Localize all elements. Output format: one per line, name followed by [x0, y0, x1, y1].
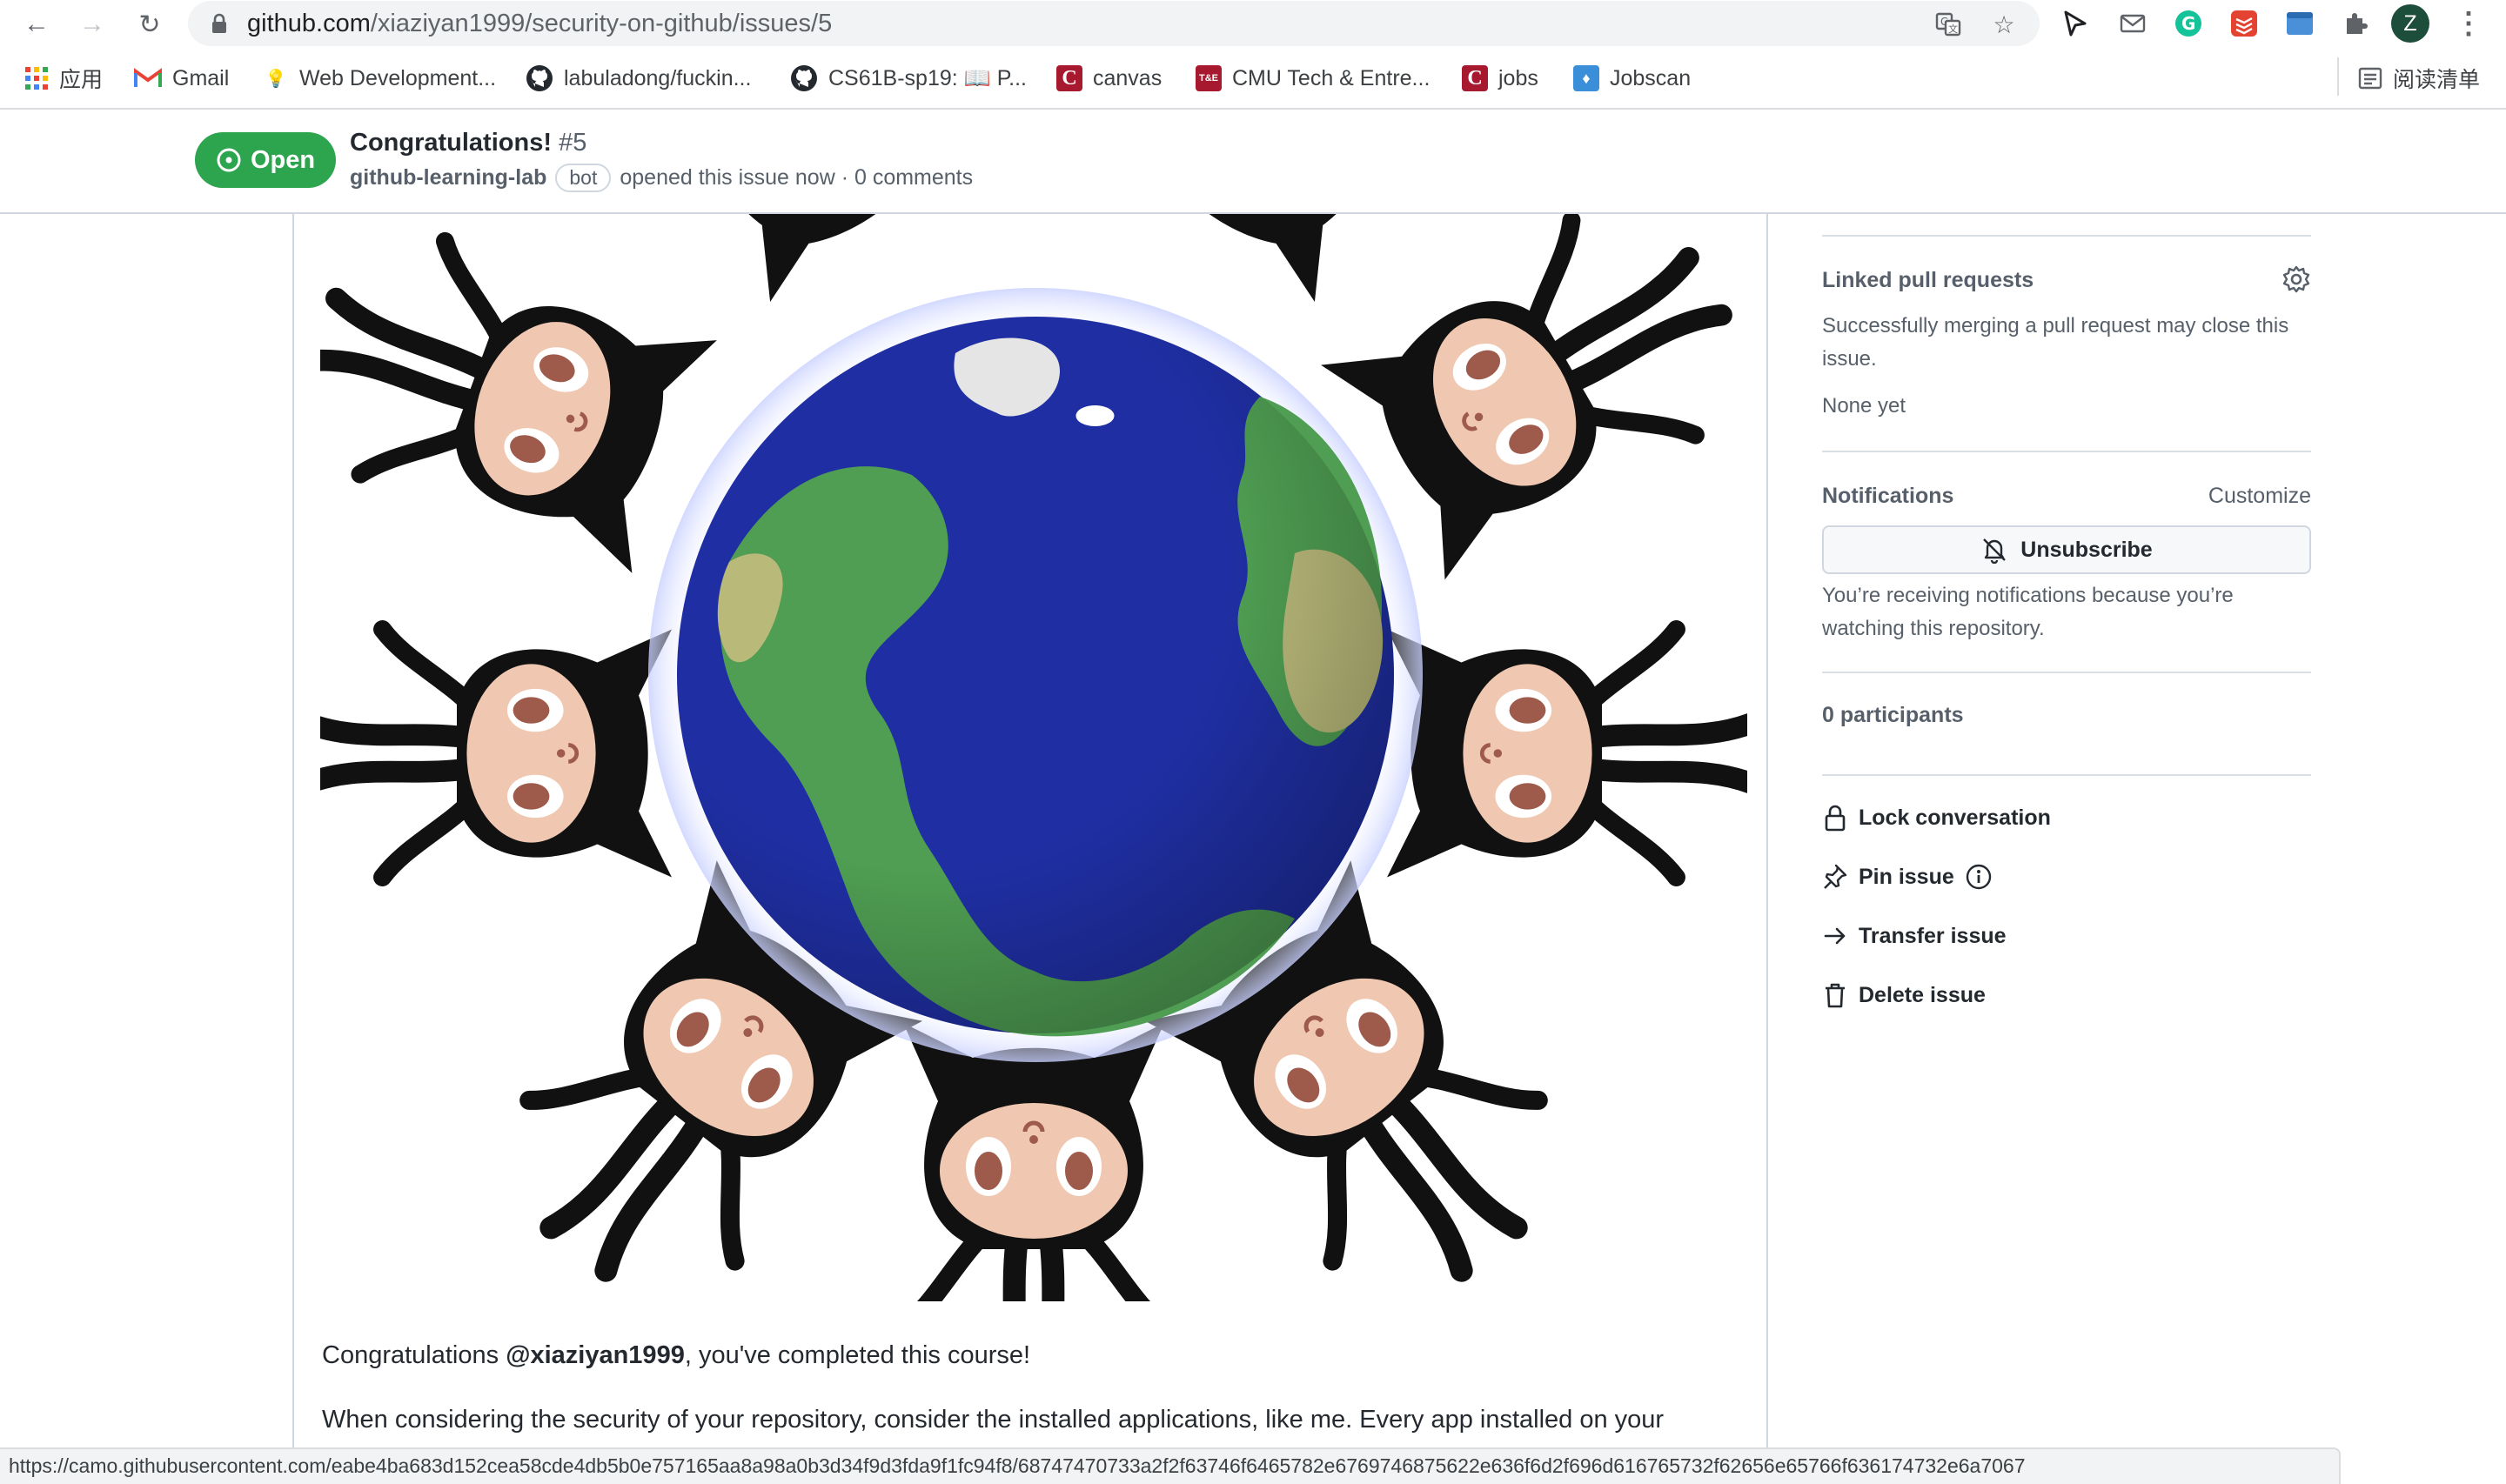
- issue-state-badge: Open: [195, 132, 336, 188]
- lock-icon[interactable]: [211, 13, 228, 34]
- issue-number: #5: [559, 129, 587, 157]
- issue-meta: github-learning-lab bot opened this issu…: [350, 162, 973, 193]
- bookmark-label: Gmail: [172, 65, 230, 90]
- gear-icon[interactable]: [2282, 264, 2311, 294]
- linked-pr-heading[interactable]: Linked pull requests: [1822, 268, 2034, 293]
- lock-icon: [1825, 805, 1846, 832]
- translate-icon[interactable]: G文: [1933, 10, 1963, 39]
- sidebar-divider: [1822, 451, 2311, 452]
- bookmark-jobs[interactable]: C jobs: [1462, 63, 1538, 94]
- bookmark-labuladong[interactable]: labuladong/fuckin...: [526, 63, 751, 94]
- todoist-icon[interactable]: [2229, 9, 2259, 38]
- extensions-puzzle-icon[interactable]: [2341, 9, 2370, 38]
- bookmark-label: CMU Tech & Entre...: [1232, 65, 1431, 90]
- bookmark-gmail[interactable]: Gmail: [134, 63, 229, 94]
- canvas-c-icon: C: [1056, 65, 1082, 91]
- info-icon[interactable]: [1965, 863, 1993, 891]
- address-bar[interactable]: github.com/xiaziyan1999/security-on-gith…: [188, 1, 2040, 46]
- issue-title: Congratulations! #5: [350, 129, 586, 157]
- lock-conversation-label: Lock conversation: [1859, 805, 2051, 830]
- bookmark-label: labuladong/fuckin...: [564, 65, 752, 90]
- bookmark-label: jobs: [1498, 65, 1538, 90]
- svg-text:文: 文: [1948, 23, 1958, 35]
- jobscan-icon: ♦: [1573, 65, 1599, 91]
- bookmark-label: canvas: [1093, 65, 1163, 90]
- bookmark-label: CS61B-sp19: 📖 P...: [828, 65, 1028, 90]
- grammarly-icon[interactable]: G: [2174, 9, 2203, 38]
- bookmark-cmu-tech[interactable]: T&E CMU Tech & Entre...: [1196, 63, 1430, 94]
- issue-comment-body: Congratulations @xiaziyan1999, you've co…: [292, 214, 1768, 1484]
- sidebar-divider: [1822, 672, 2311, 673]
- bookmarks-bar: 应用 Gmail 💡 Web Development... labuladong…: [0, 47, 2506, 110]
- bookmark-web-development[interactable]: 💡 Web Development...: [263, 63, 496, 94]
- comment-paragraph-2: When considering the security of your re…: [322, 1406, 1665, 1434]
- github-icon: [526, 65, 553, 91]
- octocats-around-globe-image[interactable]: [320, 214, 1747, 1301]
- trash-icon: [1826, 983, 1845, 1008]
- status-url-bubble: https://camo.githubusercontent.com/eabe4…: [0, 1447, 2341, 1484]
- back-icon[interactable]: ←: [19, 7, 54, 42]
- bookmark-canvas[interactable]: C canvas: [1056, 63, 1162, 94]
- notifications-reason: You’re receiving notifications because y…: [1822, 584, 2234, 640]
- cursor-extension-icon[interactable]: [2060, 9, 2090, 38]
- bot-badge: bot: [555, 163, 612, 192]
- bookmark-label: Jobscan: [1610, 65, 1692, 90]
- reading-list-icon: [2358, 67, 2382, 90]
- arrow-right-icon: [1824, 927, 1846, 945]
- forward-icon[interactable]: →: [75, 7, 110, 42]
- lock-conversation-action[interactable]: Lock conversation: [1822, 800, 2051, 835]
- apps-grid-icon: [25, 67, 48, 90]
- url-text: github.com/xiaziyan1999/security-on-gith…: [247, 10, 833, 37]
- delete-issue-label: Delete issue: [1859, 982, 1986, 1007]
- notifications-heading: Notifications: [1822, 484, 1954, 508]
- bookmark-divider: [2337, 57, 2339, 96]
- bulb-icon: 💡: [263, 65, 289, 91]
- bookmark-label: Web Development...: [299, 65, 497, 90]
- svg-text:G: G: [2181, 13, 2195, 34]
- window-extension-icon[interactable]: [2285, 9, 2315, 38]
- bookmark-jobscan[interactable]: ♦ Jobscan: [1573, 63, 1691, 94]
- more-menu-icon[interactable]: ⋮: [2454, 7, 2483, 40]
- pin-icon: [1824, 864, 1847, 889]
- user-mention-link[interactable]: @xiaziyan1999: [506, 1341, 685, 1369]
- transfer-issue-action[interactable]: Transfer issue: [1822, 919, 2007, 953]
- issue-author-link[interactable]: github-learning-lab: [350, 165, 546, 191]
- reading-list[interactable]: 阅读清单: [2358, 63, 2480, 94]
- issue-meta-text: opened this issue now · 0 comments: [620, 164, 974, 190]
- reading-list-label: 阅读清单: [2393, 68, 2481, 92]
- comment-text: Congratulations: [322, 1341, 506, 1369]
- github-icon: [791, 65, 817, 91]
- participants-heading: 0 participants: [1822, 703, 1964, 727]
- bookmark-label: 应用: [59, 68, 104, 92]
- browser-toolbar: ← → ↻ github.com/xiaziyan1999/security-o…: [0, 0, 2506, 47]
- comment-paragraph-1: Congratulations @xiaziyan1999, you've co…: [322, 1341, 1030, 1370]
- unsubscribe-button[interactable]: Unsubscribe: [1822, 525, 2311, 574]
- sidebar-divider: [1822, 235, 2311, 237]
- mail-extension-icon[interactable]: [2118, 9, 2148, 38]
- transfer-issue-label: Transfer issue: [1859, 923, 2007, 948]
- canvas-c-icon: C: [1462, 65, 1488, 91]
- globe-illustration: [648, 288, 1423, 1062]
- unsubscribe-label: Unsubscribe: [2020, 537, 2153, 562]
- cmu-tech-icon: T&E: [1196, 65, 1222, 91]
- comment-text: , you've completed this course!: [684, 1341, 1031, 1369]
- issue-title-text: Congratulations!: [350, 129, 552, 157]
- bell-slash-icon: [1983, 538, 2007, 564]
- profile-avatar[interactable]: Z: [2391, 4, 2429, 43]
- pin-issue-action[interactable]: Pin issue: [1822, 859, 1993, 894]
- bookmark-apps[interactable]: 应用: [24, 63, 103, 94]
- linked-pr-value: None yet: [1822, 394, 1906, 418]
- customize-notifications-link[interactable]: Customize: [2208, 484, 2311, 509]
- gmail-icon: [134, 68, 162, 87]
- bookmark-cs61b[interactable]: CS61B-sp19: 📖 P...: [790, 63, 1027, 94]
- issue-opened-icon: [217, 148, 241, 172]
- sidebar-divider: [1822, 774, 2311, 776]
- issue-sticky-header: Open Congratulations! #5 github-learning…: [0, 111, 2506, 214]
- delete-issue-action[interactable]: Delete issue: [1822, 978, 1986, 1013]
- issue-state-label: Open: [250, 145, 316, 174]
- reload-icon[interactable]: ↻: [132, 7, 167, 42]
- linked-pr-description: Successfully merging a pull request may …: [1822, 314, 2289, 371]
- bookmark-star-icon[interactable]: ☆: [1989, 10, 2019, 39]
- pin-issue-label: Pin issue: [1859, 864, 1954, 889]
